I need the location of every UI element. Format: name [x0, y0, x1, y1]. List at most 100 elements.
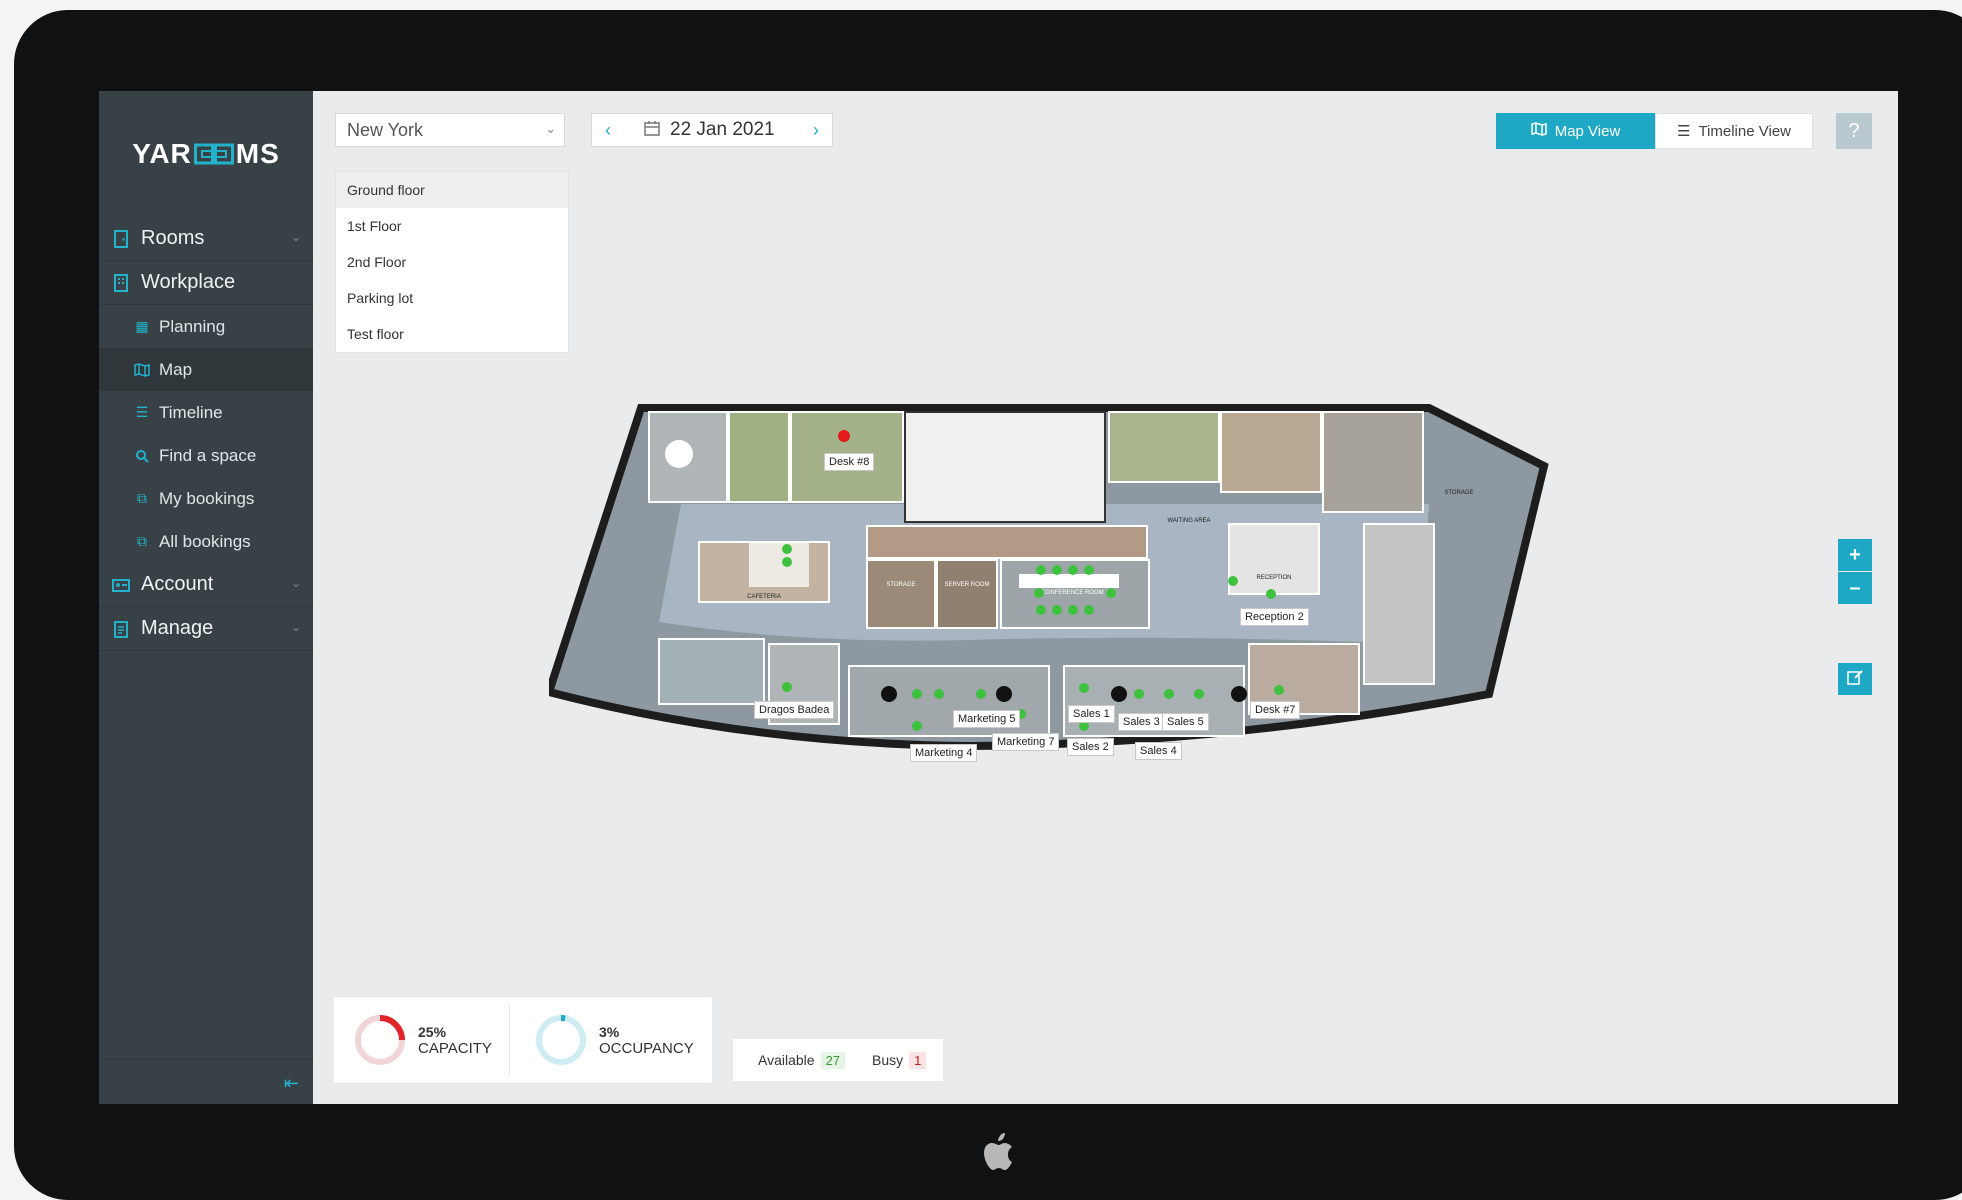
desk-marker-available[interactable]	[1084, 605, 1094, 615]
floor-item-test[interactable]: Test floor	[336, 316, 568, 352]
stat-divider	[509, 1005, 510, 1075]
sidebar-nav: Rooms ⌄ Workplace ▦ Planning Map ☰ Timel…	[99, 217, 313, 651]
desk-marker-available[interactable]	[912, 721, 922, 731]
desk-label-sales-2[interactable]: Sales 2	[1067, 738, 1114, 756]
room-bottom-1	[658, 638, 765, 705]
desk-label-reception-2[interactable]: Reception 2	[1240, 608, 1309, 626]
floor-item-1st[interactable]: 1st Floor	[336, 208, 568, 244]
desk-marker-available[interactable]	[1106, 588, 1116, 598]
chevron-down-icon: ⌄	[290, 576, 301, 590]
desk-marker-available[interactable]	[782, 557, 792, 567]
apple-logo-icon	[984, 1133, 1012, 1170]
stats-card: 25% CAPACITY 3% OCCUPANCY	[334, 997, 712, 1083]
capacity-stat: 25% CAPACITY	[352, 1009, 492, 1071]
next-day-button[interactable]: ›	[800, 113, 832, 147]
desk-marker-available[interactable]	[1068, 565, 1078, 575]
desk-label-desk-7[interactable]: Desk #7	[1250, 701, 1301, 719]
busy-count: 1	[909, 1051, 927, 1069]
capacity-ring	[355, 1015, 405, 1065]
occupancy-percent: 3%	[599, 1023, 620, 1040]
timeline-view-button[interactable]: ☰ Timeline View	[1655, 113, 1813, 149]
room-top-6	[1322, 411, 1424, 513]
round-table	[665, 440, 693, 468]
desk-label-dragos-badea[interactable]: Dragos Badea	[754, 701, 835, 719]
sidebar-item-manage[interactable]: Manage ⌄	[99, 607, 313, 651]
location-select[interactable]: New York ⌄	[335, 113, 565, 147]
sidebar-subitem-find-a-space[interactable]: Find a space	[99, 434, 313, 477]
occupancy-stat: 3% OCCUPANCY	[533, 1009, 694, 1071]
desk-marker-available[interactable]	[1079, 683, 1089, 693]
zoom-out-button[interactable]: –	[1838, 572, 1872, 604]
sidebar-item-rooms[interactable]: Rooms ⌄	[99, 217, 313, 261]
desk-marker-available[interactable]	[1036, 565, 1046, 575]
desk-marker-busy[interactable]	[838, 430, 850, 442]
desk-marker-available[interactable]	[1194, 689, 1204, 699]
bookings-icon: ⧉	[137, 533, 147, 549]
room-top-4	[1108, 411, 1220, 483]
desk-marker-available[interactable]	[1034, 588, 1044, 598]
room-label-server-room: SERVER ROOM	[945, 582, 990, 588]
desk-label-sales-3[interactable]: Sales 3	[1118, 713, 1165, 731]
desk-label-sales-5[interactable]: Sales 5	[1162, 713, 1209, 731]
round-table-dark	[1111, 686, 1127, 702]
desk-label-desk-8[interactable]: Desk #8	[824, 453, 875, 471]
desk-marker-available[interactable]	[912, 689, 922, 699]
desk-marker-available[interactable]	[1266, 589, 1276, 599]
available-count: 27	[820, 1051, 846, 1069]
desk-marker-available[interactable]	[1084, 565, 1094, 575]
desk-label-sales-4[interactable]: Sales 4	[1135, 742, 1182, 760]
floor-list: Ground floor 1st Floor 2nd Floor Parking…	[335, 171, 569, 353]
desk-label-marketing-4[interactable]: Marketing 4	[910, 744, 978, 762]
grid-icon: ▦	[135, 318, 149, 334]
sidebar-subitem-all-bookings[interactable]: ⧉ All bookings	[99, 520, 313, 563]
desk-marker-available[interactable]	[976, 689, 986, 699]
date-picker[interactable]: ‹ 22 Jan 2021 ›	[591, 113, 833, 147]
floor-item-2nd[interactable]: 2nd Floor	[336, 244, 568, 280]
sidebar-item-workplace[interactable]: Workplace	[99, 261, 313, 305]
desk-marker-available[interactable]	[934, 689, 944, 699]
desk-marker-available[interactable]	[782, 682, 792, 692]
desk-marker-available[interactable]	[782, 544, 792, 554]
storage-room	[866, 559, 936, 629]
previous-day-button[interactable]: ‹	[592, 113, 624, 147]
sidebar-subitem-timeline[interactable]: ☰ Timeline	[99, 391, 313, 434]
floor-plan: CAFETERIA STORAGE SERVER ROOM CONFERENCE…	[549, 404, 1549, 751]
desk-marker-available[interactable]	[1274, 685, 1284, 695]
logo-text-left: YAR	[132, 138, 192, 169]
sidebar-subitem-map[interactable]: Map	[99, 348, 313, 391]
collapse-sidebar-icon[interactable]: ⇤	[284, 1073, 299, 1094]
help-button[interactable]: ?	[1836, 113, 1872, 149]
desk-marker-available[interactable]	[1068, 605, 1078, 615]
logo-oo-icon	[193, 143, 234, 165]
sidebar-subitem-planning[interactable]: ▦ Planning	[99, 305, 313, 348]
room-label-reception: RECEPTION	[1256, 575, 1291, 581]
desk-marker-available[interactable]	[1134, 689, 1144, 699]
desk-marker-available[interactable]	[1052, 565, 1062, 575]
chevron-down-icon: ⌄	[545, 121, 556, 136]
desk-label-marketing-7[interactable]: Marketing 7	[992, 733, 1060, 751]
room-label-storage: STORAGE	[886, 582, 915, 588]
desk-marker-available[interactable]	[1052, 605, 1062, 615]
round-table-dark	[996, 686, 1012, 702]
floor-item-ground[interactable]: Ground floor	[336, 172, 568, 208]
room-label-conference: CONFERENCE ROOM 1	[1041, 590, 1109, 596]
id-card-icon	[111, 575, 131, 595]
edit-button[interactable]	[1838, 663, 1872, 695]
desk-marker-available[interactable]	[1228, 576, 1238, 586]
room-top-5	[1220, 411, 1322, 493]
map-view-button[interactable]: Map View	[1496, 113, 1655, 149]
desk-marker-available[interactable]	[1164, 689, 1174, 699]
yaroom-logo[interactable]: YAR MS	[99, 91, 313, 217]
floor-item-parking[interactable]: Parking lot	[336, 280, 568, 316]
round-table-dark	[1231, 686, 1247, 702]
zoom-in-button[interactable]: +	[1838, 539, 1872, 571]
door-icon	[111, 229, 131, 249]
sidebar-item-account[interactable]: Account ⌄	[99, 563, 313, 607]
desk-label-sales-1[interactable]: Sales 1	[1068, 705, 1115, 723]
desk-marker-available[interactable]	[1036, 605, 1046, 615]
clipboard-icon	[111, 619, 131, 639]
calendar-icon	[644, 120, 660, 141]
sidebar-subitem-my-bookings[interactable]: ⧉ My bookings	[99, 477, 313, 520]
desk-label-marketing-5[interactable]: Marketing 5	[953, 710, 1021, 728]
occupancy-ring	[536, 1015, 586, 1065]
